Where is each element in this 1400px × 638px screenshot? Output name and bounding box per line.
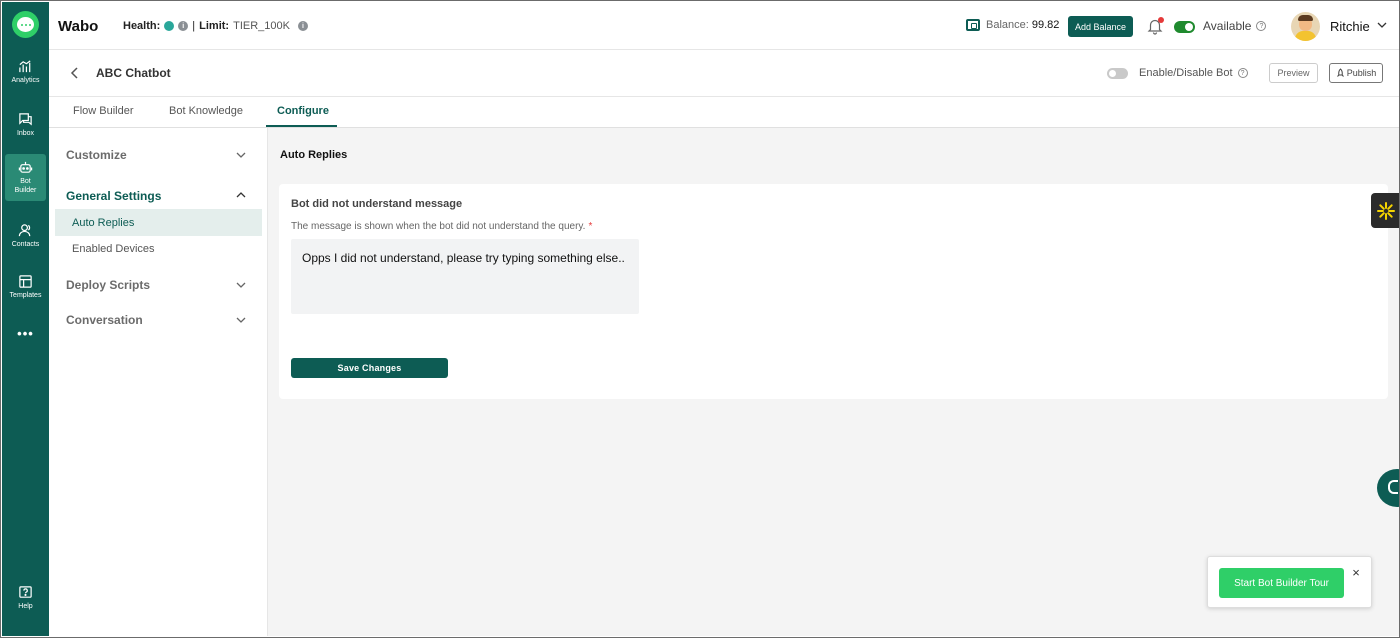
card-title: Bot did not understand message [291,198,463,210]
publish-label: Publish [1346,68,1377,78]
health-info-icon[interactable]: i [178,21,189,31]
app-logo[interactable] [12,11,39,38]
page-title: ABC Chatbot [96,66,171,80]
sidebar-item-label: Help [18,603,33,610]
top-header: Wabo Health: i | Limit: TIER_100K i Bala… [49,2,1399,50]
availability-label: Available [1203,19,1252,33]
notification-badge [1158,17,1164,23]
back-arrow-icon[interactable] [69,66,81,80]
limit-label: Limit: [199,20,230,32]
separator: | [192,20,196,32]
contacts-icon [18,224,31,237]
bot-header: ABC Chatbot Enable/Disable Bot ? Preview… [49,50,1399,97]
sidebar-item-label: Bot Builder [14,178,37,194]
brand-name: Wabo [58,18,99,35]
balance-label: Balance: [986,19,1029,31]
chevron-down-icon[interactable] [236,316,246,324]
analytics-icon [19,60,31,73]
user-name[interactable]: Ritchie [1330,19,1370,34]
nav-item-auto-replies[interactable]: Auto Replies [55,209,262,236]
nav-item-enabled-devices[interactable]: Enabled Devices [55,235,262,262]
app-window: Analytics Inbox Bot Builder Contacts Temp… [0,0,1400,638]
add-balance-button[interactable]: Add Balance [1068,16,1133,37]
balance-display: Balance: 99.82 [966,19,1059,31]
section-title: Auto Replies [280,149,348,161]
chevron-down-icon[interactable] [1377,21,1387,29]
more-options-icon[interactable]: ••• [2,326,49,341]
help-icon [19,586,32,598]
auto-reply-card: Bot did not understand message The messa… [279,184,1388,399]
sidebar-item-analytics[interactable]: Analytics [5,59,46,85]
main-sidebar: Analytics Inbox Bot Builder Contacts Temp… [2,2,49,636]
close-icon[interactable]: × [1350,566,1362,580]
account-health: Health: i | Limit: TIER_100K i [123,20,308,32]
enable-bot-status: Enable/Disable Bot ? [1139,67,1248,79]
limit-value: TIER_100K [233,20,290,32]
tab-configure[interactable]: Configure [277,105,329,117]
chat-bubble-icon [17,17,34,32]
chevron-down-icon[interactable] [236,151,246,159]
sidebar-item-contacts[interactable]: Contacts [5,223,46,249]
health-status-icon [164,21,175,31]
limit-info-icon[interactable]: i [297,21,308,31]
headset-icon [1388,480,1398,494]
wallet-icon [966,19,980,31]
section-general-settings[interactable]: General Settings [66,189,161,203]
publish-button[interactable]: Publish [1329,63,1383,83]
inbox-icon [19,113,32,126]
sidebar-item-label: Contacts [11,241,40,248]
feedback-tab[interactable] [1371,193,1399,228]
fallback-message-input[interactable]: Opps I did not understand, please try ty… [291,239,639,314]
sidebar-item-label: Inbox [16,130,35,137]
tab-bot-knowledge[interactable]: Bot Knowledge [169,105,243,117]
availability-status: Available ? [1203,19,1267,33]
tour-popup: Start Bot Builder Tour × [1207,556,1372,608]
enable-bot-label: Enable/Disable Bot [1139,67,1233,79]
sparkle-icon [1377,201,1395,220]
section-customize[interactable]: Customize [66,148,127,162]
tab-flow-builder[interactable]: Flow Builder [73,105,134,117]
start-tour-button[interactable]: Start Bot Builder Tour [1219,568,1344,598]
publish-icon [1336,68,1344,77]
card-description: The message is shown when the bot did no… [291,221,593,232]
sidebar-item-templates[interactable]: Templates [5,274,46,300]
builder-tabs: Flow Builder Bot Knowledge Configure [49,97,1399,128]
bot-icon [18,161,33,173]
enable-bot-help-icon[interactable]: ? [1237,68,1248,78]
avatar[interactable] [1291,12,1320,41]
chevron-down-icon[interactable] [236,281,246,289]
balance-value: 99.82 [1031,19,1060,31]
sidebar-item-label: Analytics [11,77,40,84]
required-mark: * [588,221,593,232]
active-tab-indicator [266,125,337,127]
settings-nav: Customize General Settings Auto Replies … [49,128,268,636]
sidebar-item-help[interactable]: Help [5,585,46,611]
availability-toggle[interactable] [1174,21,1195,33]
sidebar-item-inbox[interactable]: Inbox [5,112,46,138]
chevron-up-icon[interactable] [236,191,246,199]
health-label: Health: [123,20,161,32]
availability-help-icon[interactable]: ? [1256,21,1267,31]
sidebar-item-bot-builder[interactable]: Bot Builder [5,154,46,201]
save-changes-button[interactable]: Save Changes [291,358,448,378]
section-conversation[interactable]: Conversation [66,313,143,327]
sidebar-item-label: Templates [9,292,42,299]
section-deploy-scripts[interactable]: Deploy Scripts [66,278,150,292]
templates-icon [19,275,32,288]
enable-bot-toggle[interactable] [1107,68,1128,79]
preview-button[interactable]: Preview [1269,63,1318,83]
